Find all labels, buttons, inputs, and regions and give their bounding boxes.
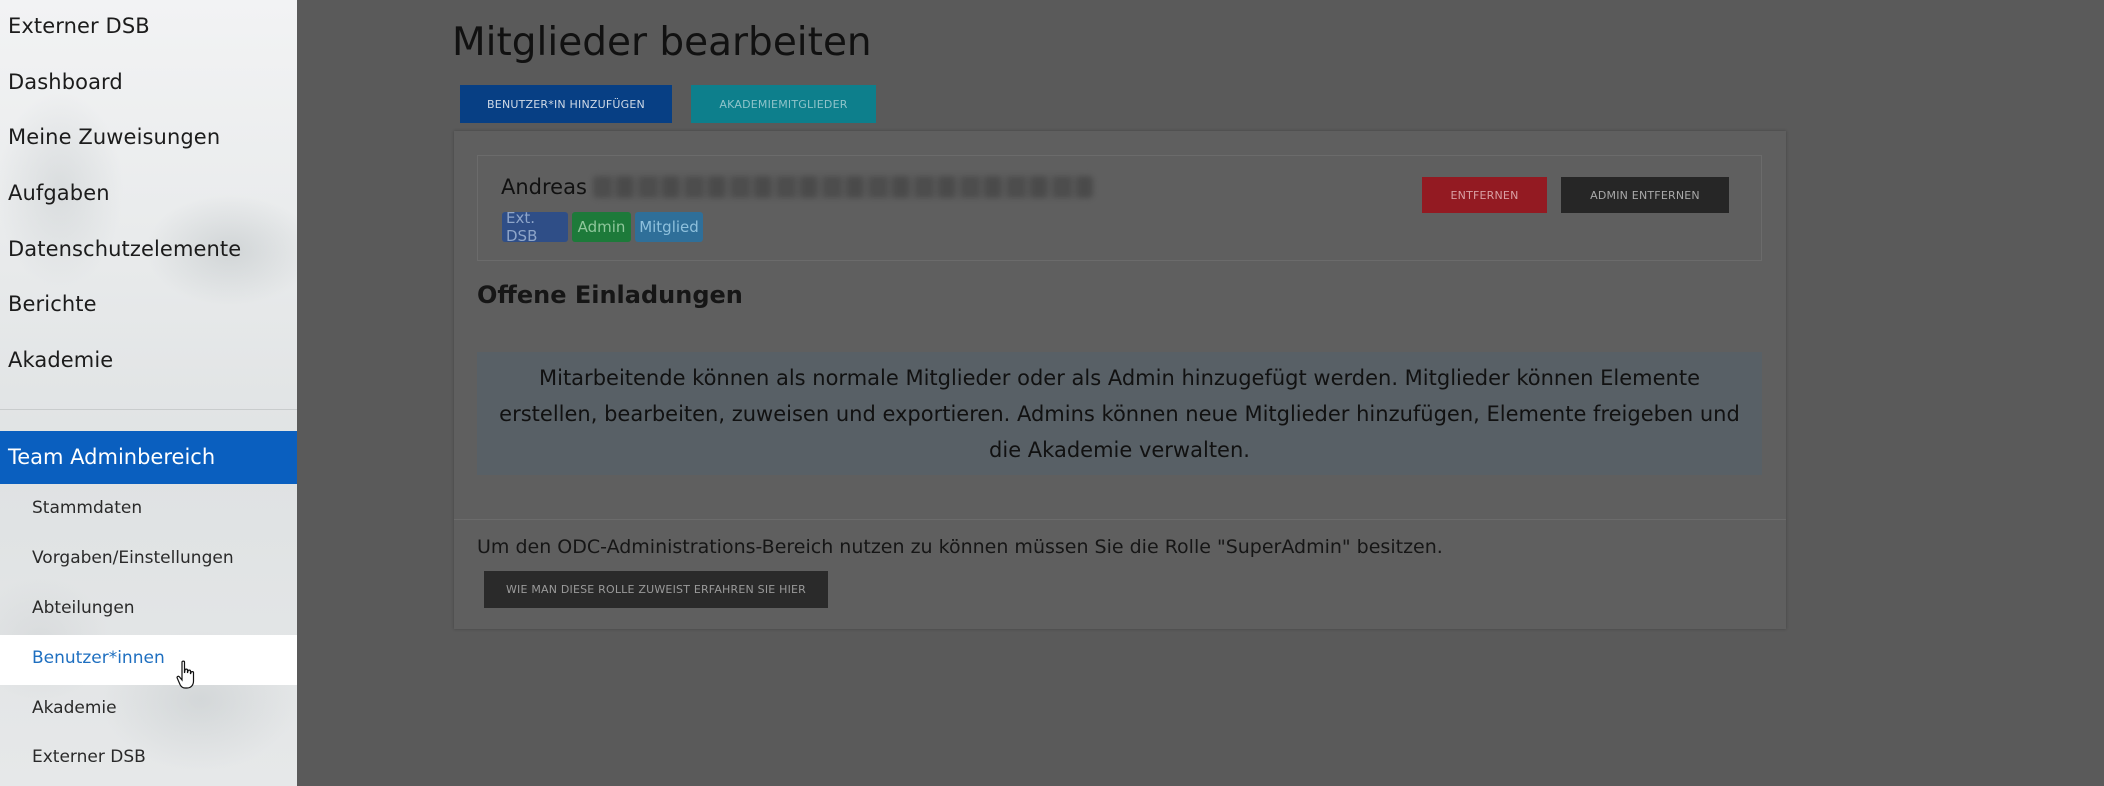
- superadmin-note: Um den ODC-Administrations-Bereich nutze…: [477, 536, 1443, 558]
- role-help-button[interactable]: WIE MAN DIESE ROLLE ZUWEIST ERFAHREN SIE…: [484, 571, 828, 608]
- sidebar-item-akademie[interactable]: Akademie: [8, 348, 113, 372]
- sidebar-subitem-akademie[interactable]: Akademie: [32, 698, 117, 718]
- sidebar-subitem-externer-dsb[interactable]: Externer DSB: [32, 747, 146, 767]
- sidebar: Externer DSB Dashboard Meine Zuweisungen…: [0, 0, 297, 786]
- member-name: Andreas: [501, 175, 587, 199]
- card-divider: [454, 519, 1786, 520]
- sidebar-item-dashboard[interactable]: Dashboard: [8, 70, 123, 94]
- sidebar-team-admin-header[interactable]: Team Adminbereich: [0, 431, 297, 484]
- sidebar-subitem-stammdaten[interactable]: Stammdaten: [32, 498, 142, 518]
- sidebar-subitem-benutzer[interactable]: Benutzer*innen: [32, 648, 165, 668]
- member-redacted-details: [593, 176, 1093, 198]
- sidebar-item-berichte[interactable]: Berichte: [8, 292, 97, 316]
- sidebar-divider: [0, 409, 297, 410]
- remove-admin-button[interactable]: ADMIN ENTFERNEN: [1561, 177, 1729, 213]
- role-badge-admin: Admin: [572, 212, 631, 242]
- sidebar-item-aufgaben[interactable]: Aufgaben: [8, 181, 110, 205]
- open-invitations-title: Offene Einladungen: [477, 281, 743, 309]
- sidebar-item-meine-zuweisungen[interactable]: Meine Zuweisungen: [8, 125, 220, 149]
- sidebar-item-datenschutzelemente[interactable]: Datenschutzelemente: [8, 237, 241, 261]
- role-badge-member: Mitglied: [635, 212, 703, 242]
- role-badge-ext-dsb: Ext. DSB: [502, 209, 568, 245]
- info-alert: Mitarbeitende können als normale Mitglie…: [477, 352, 1762, 475]
- sidebar-subitem-abteilungen[interactable]: Abteilungen: [32, 598, 135, 618]
- academy-members-button[interactable]: AKADEMIEMITGLIEDER: [691, 85, 876, 123]
- hand-cursor-icon: [176, 660, 195, 689]
- remove-member-button[interactable]: ENTFERNEN: [1422, 177, 1547, 213]
- add-user-button[interactable]: BENUTZER*IN HINZUFÜGEN: [460, 85, 672, 123]
- sidebar-subitem-vorgaben[interactable]: Vorgaben/Einstellungen: [32, 548, 234, 568]
- sidebar-item-externer-dsb[interactable]: Externer DSB: [8, 14, 150, 38]
- page-title: Mitglieder bearbeiten: [452, 20, 872, 65]
